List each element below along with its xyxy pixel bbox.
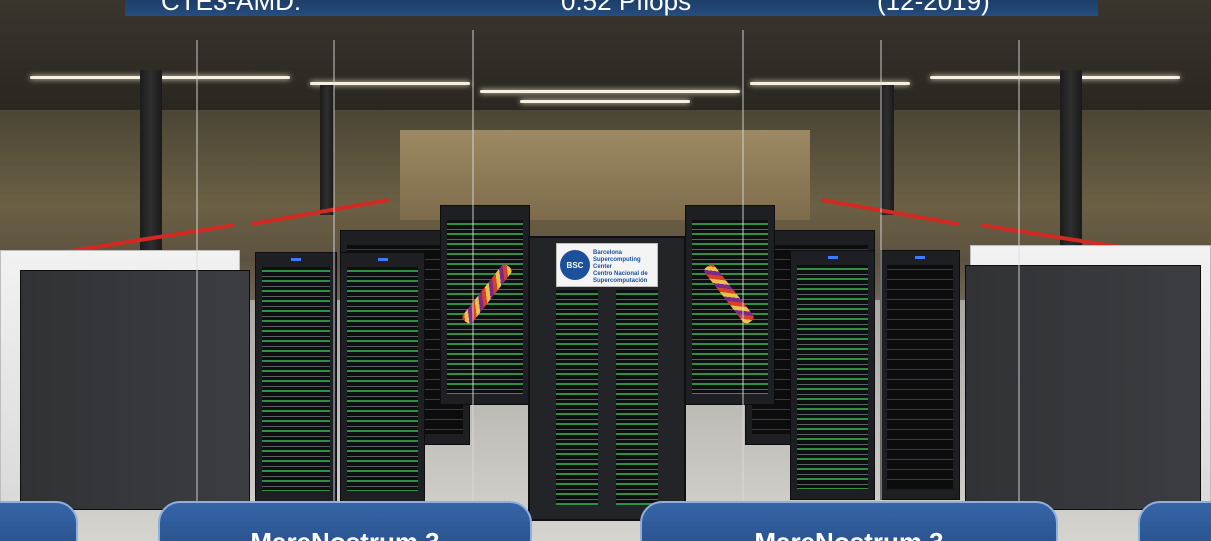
bsc-sign: BSC Barcelona Supercomputing Center Cent…: [556, 243, 658, 287]
glass-reflection: [333, 40, 335, 510]
card-label: MareNostrum 3: [642, 527, 1056, 541]
ceiling-light: [520, 100, 690, 103]
glass-reflection: [472, 30, 474, 510]
rack-row-left-grey: [20, 270, 250, 510]
server-rack: [790, 250, 875, 500]
glass-reflection: [196, 40, 198, 510]
spec-banner: CTE3-AMD: 0.52 Pflops (12-2019): [125, 0, 1098, 16]
glass-reflection: [880, 40, 882, 510]
server-rack: [255, 252, 337, 502]
pillar: [140, 70, 162, 250]
banner-performance: 0.52 Pflops: [561, 0, 692, 16]
card-label: MareNostrum 3: [160, 527, 530, 541]
pillar: [880, 85, 894, 215]
bsc-sign-text: Barcelona Supercomputing Center Centro N…: [593, 250, 648, 284]
datacenter-photo: BSC Barcelona Supercomputing Center Cent…: [0, 0, 1211, 541]
ceiling-light: [480, 90, 740, 93]
card-edge-left: [0, 501, 78, 541]
server-rack: [340, 252, 425, 502]
glass-reflection: [742, 30, 744, 510]
server-rack: [880, 250, 960, 500]
banner-date: (12-2019): [877, 0, 990, 16]
pillar: [1060, 70, 1082, 250]
rack-row-right-grey: [965, 265, 1201, 510]
card-edge-right: [1138, 501, 1211, 541]
card-marenostrum-right: MareNostrum 3: [640, 501, 1058, 541]
banner-system: CTE3-AMD:: [161, 0, 302, 16]
pillar: [320, 85, 334, 215]
card-marenostrum-left: MareNostrum 3: [158, 501, 532, 541]
ceiling-light: [930, 76, 1180, 79]
ceiling: [0, 0, 1211, 110]
glass-reflection: [1018, 40, 1020, 510]
bsc-logo: BSC: [560, 250, 590, 280]
